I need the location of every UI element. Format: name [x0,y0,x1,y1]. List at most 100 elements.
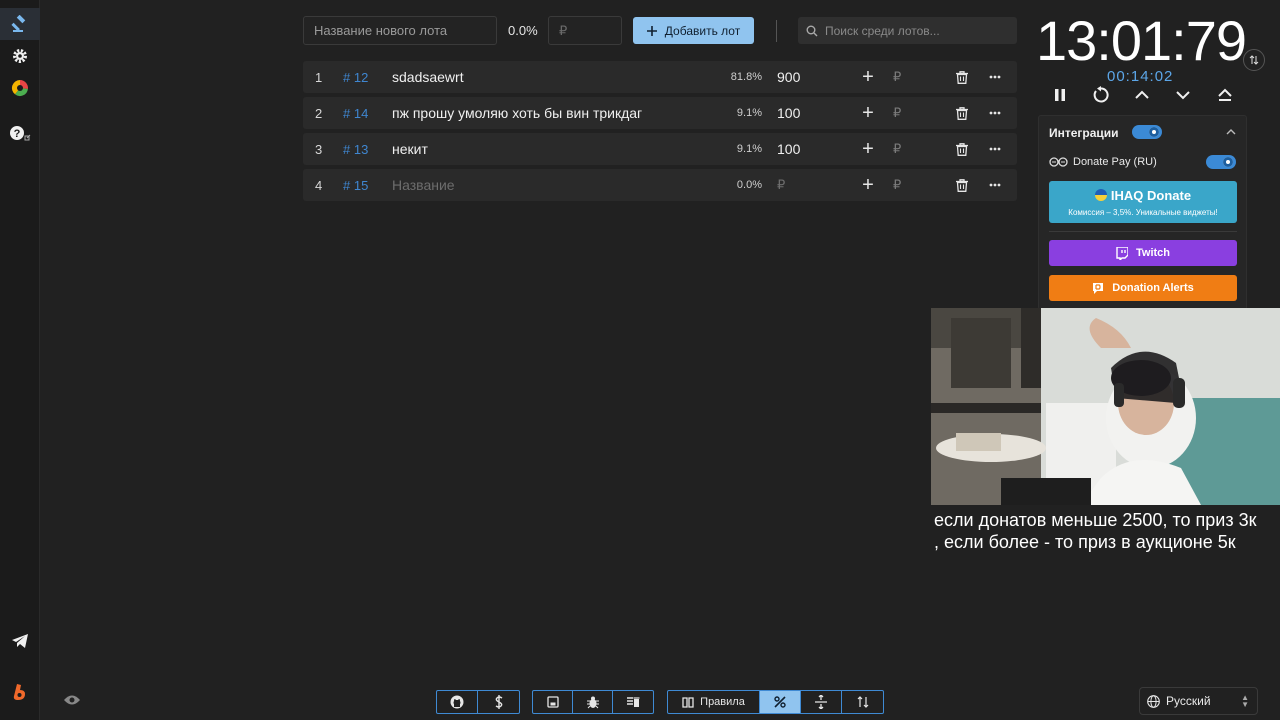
donatepay-icon [1049,157,1068,167]
search-icon [806,25,818,36]
subtract-time-button[interactable] [1171,83,1195,107]
pause-button[interactable] [1048,83,1072,107]
save-icon [546,696,559,708]
lot-amount-field[interactable]: 100 [777,133,800,165]
lot-id: # 14 [343,105,369,121]
donate-button[interactable] [478,691,519,713]
sidebar-item-stats[interactable] [0,72,40,104]
lot-more-button[interactable] [989,97,1001,129]
lot-add-amount-button[interactable]: + [860,61,876,93]
lot-row[interactable]: 1 # 12 sdadsaewrt 81.8% 900 + ₽ [303,61,1017,93]
book-icon [682,696,694,708]
lot-delete-button[interactable] [956,61,968,93]
integrations-toggle[interactable] [1132,125,1162,139]
lot-add-amount-button[interactable]: + [860,133,876,165]
double-time-button[interactable] [1213,83,1237,107]
sidebar-item-boosty[interactable] [0,676,40,708]
sidebar-item-settings[interactable] [0,40,40,72]
integrations-title: Интеграции [1049,126,1119,140]
twitch-icon [1116,246,1128,260]
lot-more-button[interactable] [989,61,1001,93]
help-icon: ? [10,126,31,141]
swap-vertical-icon [1249,55,1259,65]
svg-text:?: ? [14,128,21,140]
swap-timer-button[interactable] [1243,49,1265,71]
lot-extra-amount-field[interactable]: ₽ [893,61,901,93]
percent-toggle[interactable] [760,691,801,713]
lot-index: 4 [315,177,323,193]
lot-delete-button[interactable] [956,133,968,165]
lot-index: 2 [315,105,323,121]
lot-delete-button[interactable] [956,169,968,201]
donatepay-row: Donate Pay (RU) [1049,156,1157,168]
rules-button[interactable]: Правила [668,691,760,713]
lot-id: # 13 [343,141,369,157]
lot-more-button[interactable] [989,133,1001,165]
lot-add-amount-button[interactable]: + [860,169,876,201]
lot-add-amount-button[interactable]: + [860,97,876,129]
ihaq-subtitle: Комиссия – 3,5%. Уникальные виджеты! [1068,208,1218,217]
more-horizontal-icon [989,147,1001,151]
integrations-divider [1049,231,1237,232]
github-icon [450,695,464,709]
lot-name-field[interactable]: некит [392,133,428,165]
github-button[interactable] [437,691,478,713]
search-input[interactable]: Поиск среди лотов... [798,17,1017,44]
save-button[interactable] [533,691,573,713]
donation-alerts-button[interactable]: Donation Alerts [1049,275,1237,301]
links-group [436,690,520,714]
new-lot-amount-input[interactable]: ₽ [548,16,622,45]
add-lot-label: Добавить лот [664,23,741,38]
clear-all-icon [627,697,640,707]
lot-extra-amount-field[interactable]: ₽ [893,133,901,165]
lot-amount-field[interactable]: 100 [777,97,800,129]
twitch-button[interactable]: Twitch [1049,240,1237,266]
lot-delete-button[interactable] [956,97,968,129]
donatepay-label: Donate Pay (RU) [1073,156,1157,168]
lot-more-button[interactable] [989,169,1001,201]
lot-row[interactable]: 4 # 15 Название 0.0% ₽ + ₽ [303,169,1017,201]
reset-button[interactable] [1089,83,1113,107]
sidebar-item-telegram[interactable] [0,625,40,657]
language-select[interactable]: Русский ▲ ▼ [1139,687,1258,715]
sort-toggle[interactable] [842,691,883,713]
donatepay-toggle[interactable] [1206,155,1236,169]
collapse-icon[interactable] [1226,128,1236,136]
add-lot-button[interactable]: Добавить лот [633,17,754,44]
lot-amount-field[interactable]: 900 [777,61,800,93]
lot-percent: 9.1% [736,143,762,155]
tools-group [532,690,654,714]
sidebar-item-help[interactable]: ? [0,118,40,150]
new-lot-percent: 0.0% [508,23,538,38]
new-lot-name-placeholder: Название нового лота [314,23,448,38]
lot-row[interactable]: 3 # 13 некит 9.1% 100 + ₽ [303,133,1017,165]
lot-row[interactable]: 2 # 14 пж прошу умоляю хоть бы вин трикд… [303,97,1017,129]
lot-name-field[interactable]: sdadsaewrt [392,61,464,93]
donation-alerts-icon [1093,282,1104,294]
eye-icon[interactable] [64,694,80,706]
lot-percent: 81.8% [730,71,762,83]
lot-percent: 9.1% [736,107,762,119]
new-lot-name-input[interactable]: Название нового лота [303,16,497,45]
pie-chart-icon [11,79,28,97]
sidebar-item-auction[interactable] [0,8,40,40]
lot-extra-amount-field[interactable]: ₽ [893,97,901,129]
report-bug-button[interactable] [573,691,613,713]
toolbar-divider [776,20,777,42]
compact-toggle[interactable] [801,691,842,713]
lot-index: 3 [315,141,323,157]
trash-icon [956,70,968,84]
ihaq-donate-button[interactable]: IHAQ Donate Комиссия – 3,5%. Уникальные … [1049,181,1237,223]
clear-button[interactable] [613,691,653,713]
more-horizontal-icon [989,75,1001,79]
lot-name-field[interactable]: пж прошу умоляю хоть бы вин трикдаг [392,97,642,129]
add-time-button[interactable] [1130,83,1154,107]
lot-amount-field[interactable]: ₽ [777,169,785,201]
lot-name-field[interactable]: Название [392,169,455,201]
webcam-overlay [931,308,1280,505]
lot-extra-amount-field[interactable]: ₽ [893,169,901,201]
lot-id: # 12 [343,69,369,85]
more-horizontal-icon [989,183,1001,187]
search-placeholder: Поиск среди лотов... [825,23,940,38]
split-icon [815,695,827,709]
